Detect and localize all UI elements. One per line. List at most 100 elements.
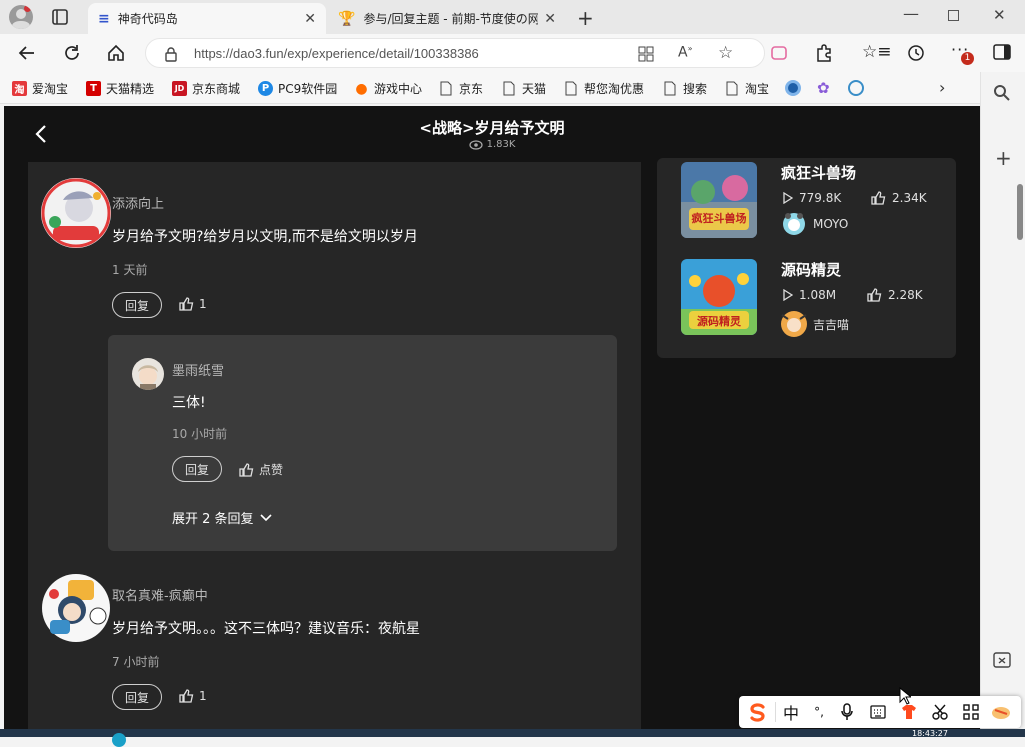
bookmark-item[interactable]: JD 京东商城	[172, 80, 240, 97]
scissors-icon[interactable]	[924, 704, 956, 720]
flower-bookmark-icon[interactable]: ✿	[817, 79, 830, 97]
game-card[interactable]: 源码精灵 源码精灵 1.08M 2.28K 吉吉喵	[681, 259, 956, 339]
lock-icon[interactable]	[164, 46, 178, 62]
keyboard-icon[interactable]	[862, 705, 894, 719]
bookmark-label: 游戏中心	[374, 82, 423, 96]
close-tab-icon[interactable]: ✕	[544, 11, 556, 27]
reply-username[interactable]: 墨雨纸雪	[172, 360, 224, 379]
add-icon[interactable]: +	[995, 146, 1012, 170]
restore-icon[interactable]	[948, 10, 959, 21]
apps-icon[interactable]	[638, 46, 654, 62]
game-thumbnail[interactable]: 源码精灵	[681, 259, 757, 335]
game-name[interactable]: 疯狂斗兽场	[781, 162, 856, 183]
back-icon[interactable]	[17, 43, 37, 63]
sogou-logo-icon[interactable]	[739, 702, 775, 722]
like-count: 2.34K	[871, 191, 927, 205]
expand-replies-label: 展开 2 条回复	[172, 512, 254, 527]
extension-pink-icon[interactable]	[770, 44, 788, 62]
reply-button[interactable]: 回复	[172, 456, 222, 482]
new-tab-icon[interactable]: +	[577, 6, 594, 30]
bookmark-label: 天猫精选	[106, 82, 155, 96]
like-count: 1	[199, 689, 207, 703]
like-button[interactable]: 点赞	[239, 461, 283, 478]
like-button[interactable]: 1	[179, 689, 207, 703]
thumbs-up-icon	[871, 191, 886, 205]
reply-button[interactable]: 回复	[112, 684, 162, 710]
bookmark-item[interactable]: ● 游戏中心	[354, 80, 422, 97]
favorite-star-icon[interactable]: ☆	[718, 43, 733, 63]
tab-actions-icon[interactable]	[52, 9, 68, 25]
game-center-icon: ●	[355, 80, 368, 97]
bookmark-item[interactable]: T 天猫精选	[86, 80, 154, 97]
bookmark-label: 京东商城	[192, 82, 241, 96]
eye-icon	[468, 139, 483, 150]
expand-replies-button[interactable]: 展开 2 条回复	[172, 508, 272, 527]
comment-username[interactable]: 添添向上	[112, 193, 164, 212]
thumbs-up-icon	[867, 288, 882, 302]
game-author[interactable]: MOYO	[779, 212, 848, 236]
blue-bookmark-icon[interactable]	[848, 80, 864, 96]
bookmark-label: 爱淘宝	[32, 82, 69, 96]
page-icon	[726, 81, 738, 96]
game-thumbnail[interactable]: 疯狂斗兽场	[681, 162, 757, 238]
screenshot-icon[interactable]	[993, 652, 1011, 668]
avatar[interactable]	[40, 572, 112, 644]
microphone-icon[interactable]	[832, 703, 862, 721]
bookmark-label: 帮您淘优惠	[584, 82, 645, 96]
history-icon[interactable]	[906, 43, 926, 63]
toolbox-grid-icon[interactable]	[956, 704, 986, 720]
url-text[interactable]: https://dao3.fun/exp/experience/detail/1…	[194, 46, 479, 61]
close-window-icon[interactable]: ✕	[993, 6, 1006, 24]
tab-title: 神奇代码岛	[117, 12, 178, 26]
ime-punctuation-toggle[interactable]: °,	[806, 705, 832, 719]
sidebar-toggle-icon[interactable]	[993, 44, 1011, 60]
scrollbar-thumb[interactable]	[1017, 184, 1023, 240]
reply-button[interactable]: 回复	[112, 292, 162, 318]
play-count: 779.8K	[783, 191, 841, 205]
close-tab-icon[interactable]: ✕	[304, 11, 316, 27]
mascot-icon[interactable]	[986, 704, 1016, 720]
tab-active[interactable]: ≡ 神奇代码岛 ✕	[88, 3, 326, 34]
jd-icon: JD	[172, 81, 187, 96]
bookmark-item[interactable]: P PC9软件园	[258, 80, 337, 97]
avatar[interactable]	[132, 358, 164, 390]
read-aloud-icon[interactable]: A»	[678, 44, 692, 61]
refresh-icon[interactable]	[62, 43, 82, 63]
address-bar[interactable]: https://dao3.fun/exp/experience/detail/1…	[145, 38, 765, 68]
bookmark-item[interactable]: 京东	[440, 80, 483, 97]
taskbar-clock: 18:43:27	[912, 729, 948, 737]
pc9-icon: P	[258, 81, 273, 96]
game-card[interactable]: 疯狂斗兽场 疯狂斗兽场 779.8K 2.34K MOYO	[681, 162, 956, 242]
skin-icon[interactable]	[894, 704, 924, 720]
like-button[interactable]: 1	[179, 297, 207, 311]
bookmark-item[interactable]: 帮您淘优惠	[565, 80, 644, 97]
page-icon	[664, 81, 676, 96]
extensions-puzzle-icon[interactable]	[814, 43, 834, 63]
like-count-value: 2.28K	[888, 288, 923, 302]
taskbar-app-icon[interactable]	[112, 733, 126, 747]
ime-toolbar: 中 °,	[739, 696, 1021, 728]
page-icon	[565, 81, 577, 96]
chevron-right-icon[interactable]: ›	[939, 78, 945, 97]
tab-favicon-icon: ≡	[98, 10, 110, 27]
avatar[interactable]	[41, 178, 111, 248]
game-author[interactable]: 吉吉喵	[779, 309, 849, 339]
profile-avatar[interactable]	[9, 5, 33, 29]
favorites-icon[interactable]: ☆≡	[862, 42, 891, 62]
tab-favicon-icon: 🏆	[338, 10, 356, 27]
page-header: <战略>岁月给予文明 1.83K	[4, 106, 980, 162]
minimize-icon[interactable]: —	[903, 4, 919, 23]
bookmark-item[interactable]: 搜索	[664, 80, 707, 97]
play-count: 1.08M	[783, 288, 836, 302]
game-name[interactable]: 源码精灵	[781, 259, 841, 280]
edge-bookmark-icon[interactable]	[785, 80, 801, 96]
comment-username[interactable]: 取名真难-疯癫中	[112, 585, 208, 604]
bookmark-item[interactable]: 淘爱淘宝	[12, 80, 68, 97]
windows-taskbar: 18:43:27	[0, 729, 1025, 747]
bookmark-item[interactable]: 淘宝	[726, 80, 769, 97]
tab-inactive[interactable]: 🏆 参与/回复主题 - 前期-节度使の网 ✕	[328, 3, 566, 34]
search-icon[interactable]	[993, 84, 1011, 102]
ime-lang-toggle[interactable]: 中	[776, 700, 806, 724]
home-icon[interactable]	[106, 43, 126, 63]
bookmark-item[interactable]: 天猫	[503, 80, 546, 97]
